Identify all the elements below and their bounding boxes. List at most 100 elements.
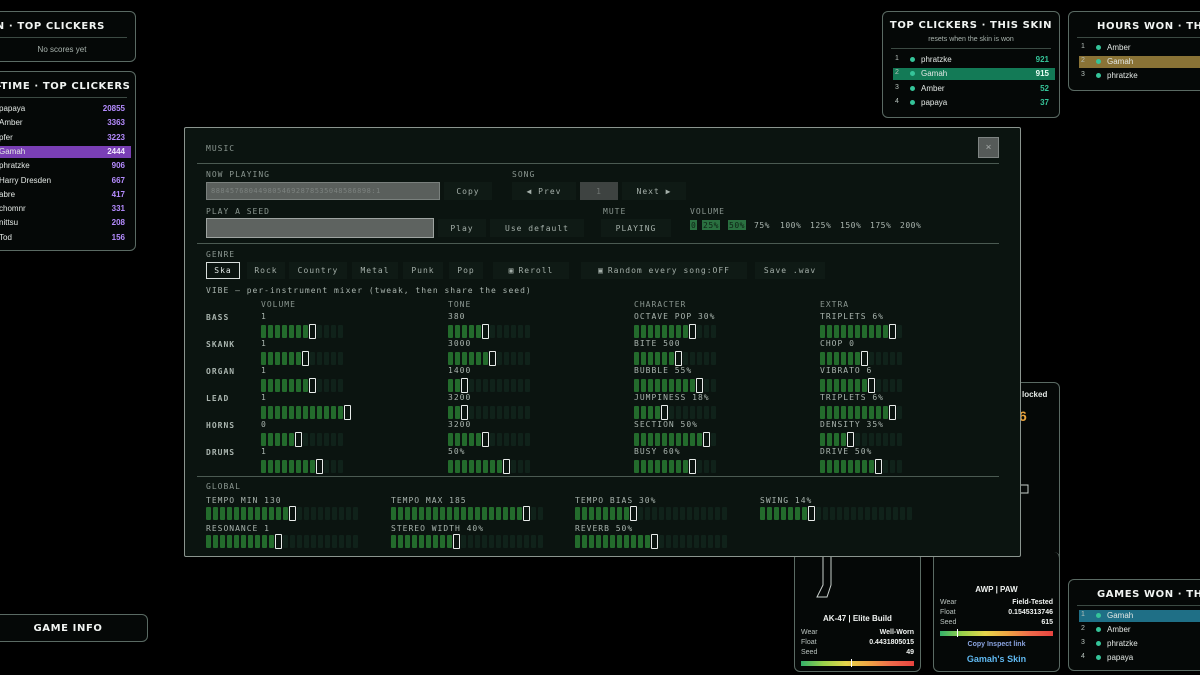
param-slider[interactable] [448,459,532,474]
slider-thumb[interactable] [808,506,815,521]
genre-punk[interactable]: Punk [403,262,443,279]
param-slider[interactable] [634,378,718,393]
global-slider[interactable] [206,506,360,521]
game-info-button[interactable]: GAME INFO [0,614,148,642]
slider-thumb[interactable] [661,405,668,420]
volume-option-7[interactable]: 175% [870,220,891,230]
param-slider[interactable] [261,405,351,420]
volume-option-0[interactable]: 0 [690,220,698,230]
use-default-button[interactable]: Use default [490,219,584,237]
global-slider[interactable] [575,534,729,549]
volume-option-3[interactable]: 75% [754,220,770,230]
seed-input[interactable] [206,218,434,238]
slider-thumb[interactable] [344,405,351,420]
param-slider[interactable] [448,405,532,420]
slider-thumb[interactable] [309,378,316,393]
slider-thumb[interactable] [651,534,658,549]
volume-option-8[interactable]: 200% [900,220,921,230]
param-slider[interactable] [820,378,904,393]
global-slider[interactable] [760,506,914,521]
prev-button[interactable]: ◀ Prev [512,182,576,200]
slider-thumb[interactable] [295,432,302,447]
slider-thumb[interactable] [503,459,510,474]
param-slider[interactable] [820,324,904,339]
slider-segment [582,507,587,520]
slider-thumb[interactable] [847,432,854,447]
games-panel-title: GAMES WON · THIS SKIN [1097,589,1200,600]
slider-thumb[interactable] [482,432,489,447]
play-button[interactable]: Play [438,219,486,237]
param-slider[interactable] [448,351,532,366]
slider-segment [827,406,832,419]
player-name: Amber [1107,43,1131,52]
genre-country[interactable]: Country [289,262,347,279]
slider-thumb[interactable] [289,506,296,521]
slider-thumb[interactable] [875,459,882,474]
global-slider[interactable] [575,506,729,521]
volume-option-5[interactable]: 125% [810,220,831,230]
slider-thumb[interactable] [675,351,682,366]
next-button[interactable]: Next ▶ [622,182,686,200]
genre-pop[interactable]: Pop [449,262,483,279]
slider-segment [518,406,523,419]
param-slider[interactable] [448,378,532,393]
param-slider[interactable] [634,324,718,339]
ak47-skin-card[interactable]: AK-47 | Elite Build Wear Well-Worn Float 0… [794,552,921,672]
slider-thumb[interactable] [482,324,489,339]
random-every-song-toggle[interactable]: ▣ Random every song:OFF [581,262,747,279]
player-score: 208 [111,218,125,228]
param-slider[interactable] [261,351,345,366]
slider-thumb[interactable] [696,378,703,393]
now-playing-field[interactable]: 8884576804498054692878535048586898:1 [206,182,440,200]
volume-option-1[interactable]: 25% [702,220,720,230]
param-slider[interactable] [634,432,718,447]
slider-thumb[interactable] [689,459,696,474]
param-slider[interactable] [261,378,345,393]
param-slider[interactable] [634,351,718,366]
slider-thumb[interactable] [316,459,323,474]
mute-toggle[interactable]: PLAYING [601,219,671,237]
slider-thumb[interactable] [689,324,696,339]
param-slider[interactable] [261,432,345,447]
save-wav-button[interactable]: Save .wav [755,262,825,279]
slider-segment [324,325,329,338]
slider-thumb[interactable] [889,405,896,420]
volume-option-6[interactable]: 150% [840,220,861,230]
param-slider[interactable] [820,459,904,474]
reroll-button[interactable]: ▣ Reroll [493,262,569,279]
global-slider[interactable] [391,506,545,521]
slider-thumb[interactable] [309,324,316,339]
slider-thumb[interactable] [302,351,309,366]
genre-ska[interactable]: Ska [206,262,240,279]
param-slider[interactable] [820,432,904,447]
volume-option-4[interactable]: 100% [780,220,801,230]
slider-thumb[interactable] [461,405,468,420]
param-slider[interactable] [634,405,718,420]
slider-thumb[interactable] [630,506,637,521]
close-button[interactable]: × [978,137,999,158]
slider-thumb[interactable] [523,506,530,521]
param-slider[interactable] [820,351,904,366]
slider-thumb[interactable] [489,351,496,366]
genre-rock[interactable]: Rock [247,262,285,279]
slider-thumb[interactable] [461,378,468,393]
global-slider[interactable] [391,534,545,549]
param-slider[interactable] [261,324,345,339]
slider-thumb[interactable] [275,534,282,549]
slider-thumb[interactable] [703,432,710,447]
param-slider[interactable] [448,432,532,447]
param-slider[interactable] [634,459,718,474]
param-slider[interactable] [448,324,532,339]
volume-option-2[interactable]: 50% [728,220,746,230]
copy-button[interactable]: Copy [444,182,492,200]
param-slider[interactable] [820,405,904,420]
slider-thumb[interactable] [868,378,875,393]
copy-inspect-link[interactable]: Copy Inspect link [934,641,1059,648]
genre-metal[interactable]: Metal [352,262,398,279]
awp-skin-card[interactable]: AWP | PAW Wear Field-Tested Float 0.154531… [933,552,1060,672]
global-slider[interactable] [206,534,360,549]
slider-thumb[interactable] [453,534,460,549]
param-slider[interactable] [261,459,345,474]
slider-thumb[interactable] [861,351,868,366]
slider-thumb[interactable] [889,324,896,339]
